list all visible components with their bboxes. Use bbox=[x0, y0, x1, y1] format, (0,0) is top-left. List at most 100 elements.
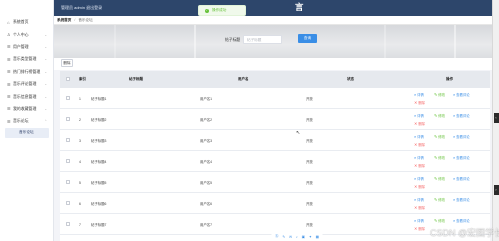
row-checkbox[interactable] bbox=[66, 138, 70, 142]
row-actions: ⌕ 详情 ✎ 修改 ⌕ 查看评论 ✕ 删除 bbox=[412, 133, 488, 149]
edit-button[interactable]: ✎ 修改 bbox=[434, 218, 445, 223]
table-row: 6 帖子标题6 用户名6 开放 ⌕ 详情 ✎ 修改 ⌕ 查看评论 ✕ 删除 bbox=[60, 193, 490, 214]
close-icon: ✕ bbox=[414, 164, 418, 168]
edit-button[interactable]: ✎ 修改 bbox=[434, 197, 445, 202]
detail-button[interactable]: ⌕ 详情 bbox=[414, 155, 424, 161]
edit-label: 修改 bbox=[438, 219, 445, 223]
detail-button[interactable]: ⌕ 详情 bbox=[414, 113, 424, 119]
watermark: CSDN @宏图学长 bbox=[430, 228, 499, 238]
view-comments-label: 查看评论 bbox=[456, 219, 470, 223]
sidebar-item-6[interactable]: ☰ 音乐信息管理 ⌄ bbox=[0, 90, 53, 102]
detail-button[interactable]: ⌕ 详情 bbox=[414, 176, 424, 182]
row-checkbox[interactable] bbox=[66, 180, 70, 184]
search-icon: ⌕ bbox=[453, 197, 456, 202]
sidebar-item-7[interactable]: ☰ 我的收藏管理 ⌄ bbox=[0, 103, 53, 115]
delete-button[interactable]: ✕ 删除 bbox=[414, 100, 425, 105]
view-comments-button[interactable]: ⌕ 查看评论 bbox=[453, 155, 470, 161]
table-row: 2 帖子标题2 用户名2 开放 ⌕ 详情 ✎ 修改 ⌕ 查看评论 ✕ 删除 bbox=[60, 109, 490, 130]
row-actions: ⌕ 详情 ✎ 修改 ⌕ 查看评论 ✕ 删除 bbox=[412, 154, 488, 170]
view-comments-button[interactable]: ⌕ 查看评论 bbox=[453, 197, 470, 203]
sidebar-item-label: 我的收藏管理 bbox=[13, 105, 37, 111]
row-checkbox[interactable] bbox=[66, 222, 70, 226]
delete-button[interactable]: ✕ 删除 bbox=[414, 184, 425, 189]
sidebar-menu: ⌂ 系统首页 ♙ 个人中心 ⌄ ☰ 用户管理 ⌄ ☰ 音乐类型管理 ⌄ ☰ 热门排行榜管理 ⌄ ☰ 音乐评论管… bbox=[0, 16, 53, 128]
row-checkbox[interactable] bbox=[66, 96, 70, 100]
search-icon: ⌕ bbox=[453, 155, 456, 160]
detail-button[interactable]: ⌕ 详情 bbox=[414, 197, 424, 203]
edit-button[interactable]: ✎ 修改 bbox=[434, 113, 445, 118]
delete-button[interactable]: ✕ 删除 bbox=[414, 226, 425, 231]
view-comments-button[interactable]: ⌕ 查看评论 bbox=[453, 218, 470, 224]
edit-button[interactable]: ✎ 修改 bbox=[434, 134, 445, 139]
edit-button[interactable]: ✎ 修改 bbox=[434, 155, 445, 160]
dock-chat-icon[interactable]: ✉ bbox=[289, 235, 292, 239]
dock-grid-icon[interactable]: ▦ bbox=[316, 235, 319, 239]
search-icon: ⌕ bbox=[414, 134, 417, 139]
row-checkbox[interactable] bbox=[66, 117, 70, 121]
row-checkbox[interactable] bbox=[66, 201, 70, 205]
page-big-title: 言 bbox=[295, 2, 304, 12]
header-title: 帖子标题 bbox=[129, 77, 143, 81]
view-comments-button[interactable]: ⌕ 查看评论 bbox=[453, 134, 470, 140]
sidebar-item-0[interactable]: ⌂ 系统首页 bbox=[0, 16, 53, 28]
right-scroll-rail[interactable]: ‹ › bbox=[492, 0, 499, 241]
mouse-cursor-icon: ↖ bbox=[296, 130, 301, 136]
sidebar-item-5[interactable]: ☰ 音乐评论管理 ⌄ bbox=[0, 78, 53, 90]
edit-button[interactable]: ✎ 修改 bbox=[434, 92, 445, 97]
cell-title: 帖子标题3 bbox=[91, 139, 107, 143]
cell-index: 2 bbox=[79, 117, 81, 122]
sidebar-item-label: 音乐信息管理 bbox=[13, 93, 37, 99]
detail-label: 详情 bbox=[417, 135, 424, 139]
cell-title: 帖子标题4 bbox=[91, 160, 107, 164]
view-comments-label: 查看评论 bbox=[456, 114, 470, 118]
delete-button[interactable]: ✕ 删除 bbox=[414, 163, 425, 168]
admin-info-label[interactable]: 管理员 admin 退出登录 bbox=[61, 5, 102, 11]
search-button[interactable]: 查询 bbox=[298, 34, 317, 43]
row-checkbox[interactable] bbox=[66, 159, 70, 163]
detail-button[interactable]: ⌕ 详情 bbox=[414, 92, 424, 98]
header-status: 状态 bbox=[347, 77, 354, 81]
forum-table: 索引 帖子标题 用户名 状态 操作 1 帖子标题1 用户名1 开放 ⌕ 详情 ✎ 修改 ⌕ 查看评… bbox=[60, 71, 490, 241]
sidebar-item-8[interactable]: ☰ 音乐论坛 ⌃ bbox=[0, 115, 53, 127]
sidebar-item-label: 音乐类型管理 bbox=[13, 56, 37, 62]
search-icon: ⌕ bbox=[414, 92, 417, 97]
search-icon: ⌕ bbox=[453, 92, 456, 97]
sidebar-item-3[interactable]: ☰ 音乐类型管理 ⌄ bbox=[0, 53, 53, 65]
delete-button[interactable]: ✕ 删除 bbox=[414, 121, 425, 126]
detail-button[interactable]: ⌕ 详情 bbox=[414, 134, 424, 140]
edit-icon: ✎ bbox=[434, 135, 438, 139]
collapse-right-icon[interactable]: › bbox=[493, 185, 499, 195]
delete-button[interactable]: ✕ 删除 bbox=[414, 205, 425, 210]
detail-button[interactable]: ⌕ 详情 bbox=[414, 218, 424, 224]
row-actions: ⌕ 详情 ✎ 修改 ⌕ 查看评论 ✕ 删除 bbox=[412, 175, 488, 191]
sidebar-item-label: 音乐论坛 bbox=[13, 118, 29, 124]
delete-button[interactable]: ✕ 删除 bbox=[414, 142, 425, 147]
detail-label: 详情 bbox=[417, 198, 424, 202]
dock-mic-icon[interactable]: ♪ bbox=[296, 235, 298, 239]
select-all-checkbox[interactable] bbox=[66, 77, 70, 81]
view-comments-button[interactable]: ⌕ 查看评论 bbox=[453, 113, 470, 119]
dock-pen-icon[interactable]: ✎ bbox=[282, 235, 285, 239]
edit-button[interactable]: ✎ 修改 bbox=[434, 176, 445, 181]
breadcrumb-home[interactable]: 系统首页 bbox=[57, 18, 71, 23]
sidebar-item-4[interactable]: ☰ 热门排行榜管理 ⌄ bbox=[0, 66, 53, 78]
batch-delete-button[interactable]: 删除 bbox=[61, 59, 73, 67]
view-comments-button[interactable]: ⌕ 查看评论 bbox=[453, 176, 470, 182]
search-input[interactable] bbox=[243, 35, 282, 44]
cell-status: 开放 bbox=[306, 139, 313, 143]
sidebar-subitem-music-forum[interactable]: 音乐论坛 bbox=[5, 127, 49, 138]
collapse-left-icon[interactable]: ‹ bbox=[493, 113, 499, 123]
sidebar-item-2[interactable]: ☰ 用户管理 ⌄ bbox=[0, 41, 53, 53]
dock-s-icon[interactable]: Ⓢ bbox=[275, 234, 279, 239]
banner-texture bbox=[384, 25, 386, 58]
edit-icon: ✎ bbox=[434, 219, 438, 223]
toast-message: 操作成功 bbox=[212, 8, 227, 12]
dock-image-icon[interactable]: ▣ bbox=[302, 235, 305, 239]
search-icon: ⌕ bbox=[414, 113, 417, 118]
dock-shirt-icon[interactable]: ✦ bbox=[309, 235, 312, 239]
table-header: 索引 帖子标题 用户名 状态 操作 bbox=[60, 71, 490, 88]
detail-label: 详情 bbox=[417, 177, 424, 181]
close-icon: ✕ bbox=[414, 143, 418, 147]
view-comments-button[interactable]: ⌕ 查看评论 bbox=[453, 92, 470, 98]
sidebar-item-1[interactable]: ♙ 个人中心 ⌄ bbox=[0, 28, 53, 40]
